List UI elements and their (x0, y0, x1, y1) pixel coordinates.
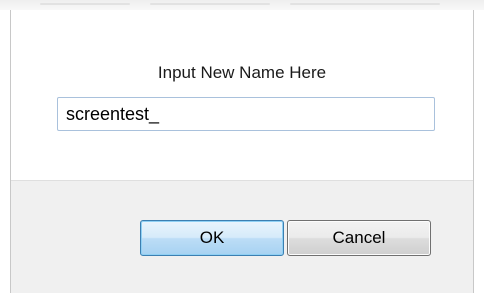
rename-dialog: Input New Name Here OK Cancel (10, 10, 474, 293)
screen: Input New Name Here OK Cancel (0, 0, 484, 293)
ok-button[interactable]: OK (140, 220, 284, 256)
strip-line (150, 3, 270, 5)
strip-line (290, 3, 440, 5)
background-window-strip (0, 0, 484, 10)
new-name-input[interactable] (57, 97, 435, 131)
cancel-button[interactable]: Cancel (287, 220, 431, 256)
dialog-content: Input New Name Here (11, 10, 473, 180)
strip-line (40, 3, 130, 5)
dialog-prompt: Input New Name Here (157, 63, 327, 82)
dialog-button-bar: OK Cancel (11, 180, 473, 293)
